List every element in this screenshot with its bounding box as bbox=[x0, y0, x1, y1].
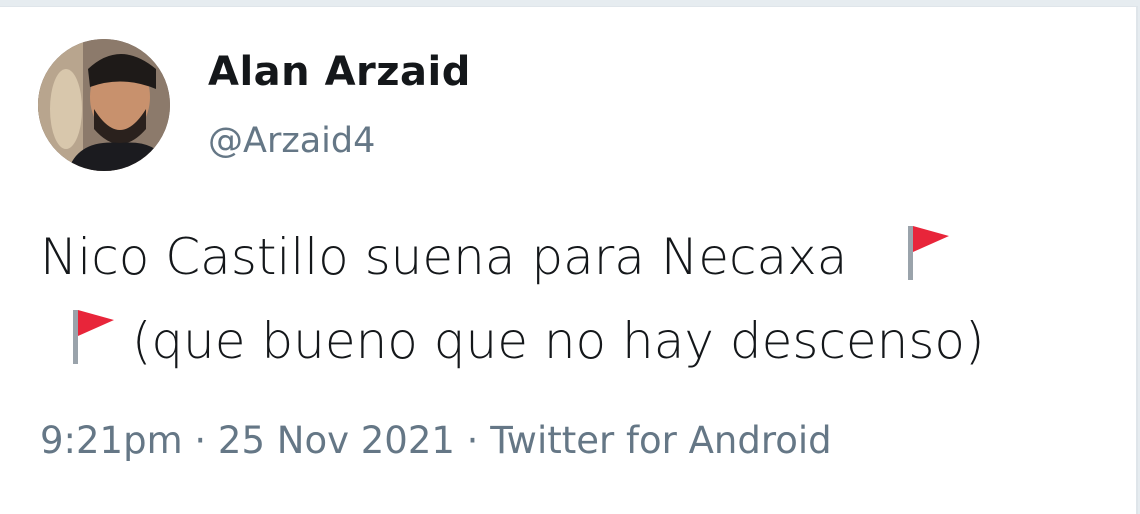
tweet-source[interactable]: Twitter for Android bbox=[490, 419, 831, 462]
tweet-time[interactable]: 9:21pm bbox=[40, 419, 183, 462]
tweet-meta: 9:21pm · 25 Nov 2021 · Twitter for Andro… bbox=[40, 419, 832, 462]
avatar[interactable] bbox=[38, 39, 170, 171]
avatar-photo bbox=[38, 39, 170, 171]
user-handle[interactable]: @Arzaid4 bbox=[208, 121, 375, 161]
display-name[interactable]: Alan Arzaid bbox=[208, 49, 471, 95]
tweet-text-line-1: Nico Castillo suena para Necaxa bbox=[40, 215, 1120, 299]
meta-separator: · bbox=[466, 419, 479, 462]
tweet-date[interactable]: 25 Nov 2021 bbox=[218, 419, 455, 462]
tweet-text-part-1: Nico Castillo suena para Necaxa bbox=[40, 228, 848, 286]
tweet-text-line-2: (que bueno que no hay descenso) bbox=[40, 299, 1120, 383]
red-flag-icon bbox=[70, 306, 116, 364]
tweet-text-part-2: (que bueno que no hay descenso) bbox=[131, 312, 985, 370]
meta-separator: · bbox=[194, 419, 207, 462]
tweet-card: Alan Arzaid @Arzaid4 Nico Castillo suena… bbox=[0, 6, 1138, 514]
tweet-text: Nico Castillo suena para Necaxa (que bue… bbox=[40, 215, 1120, 383]
red-flag-icon bbox=[905, 222, 951, 280]
